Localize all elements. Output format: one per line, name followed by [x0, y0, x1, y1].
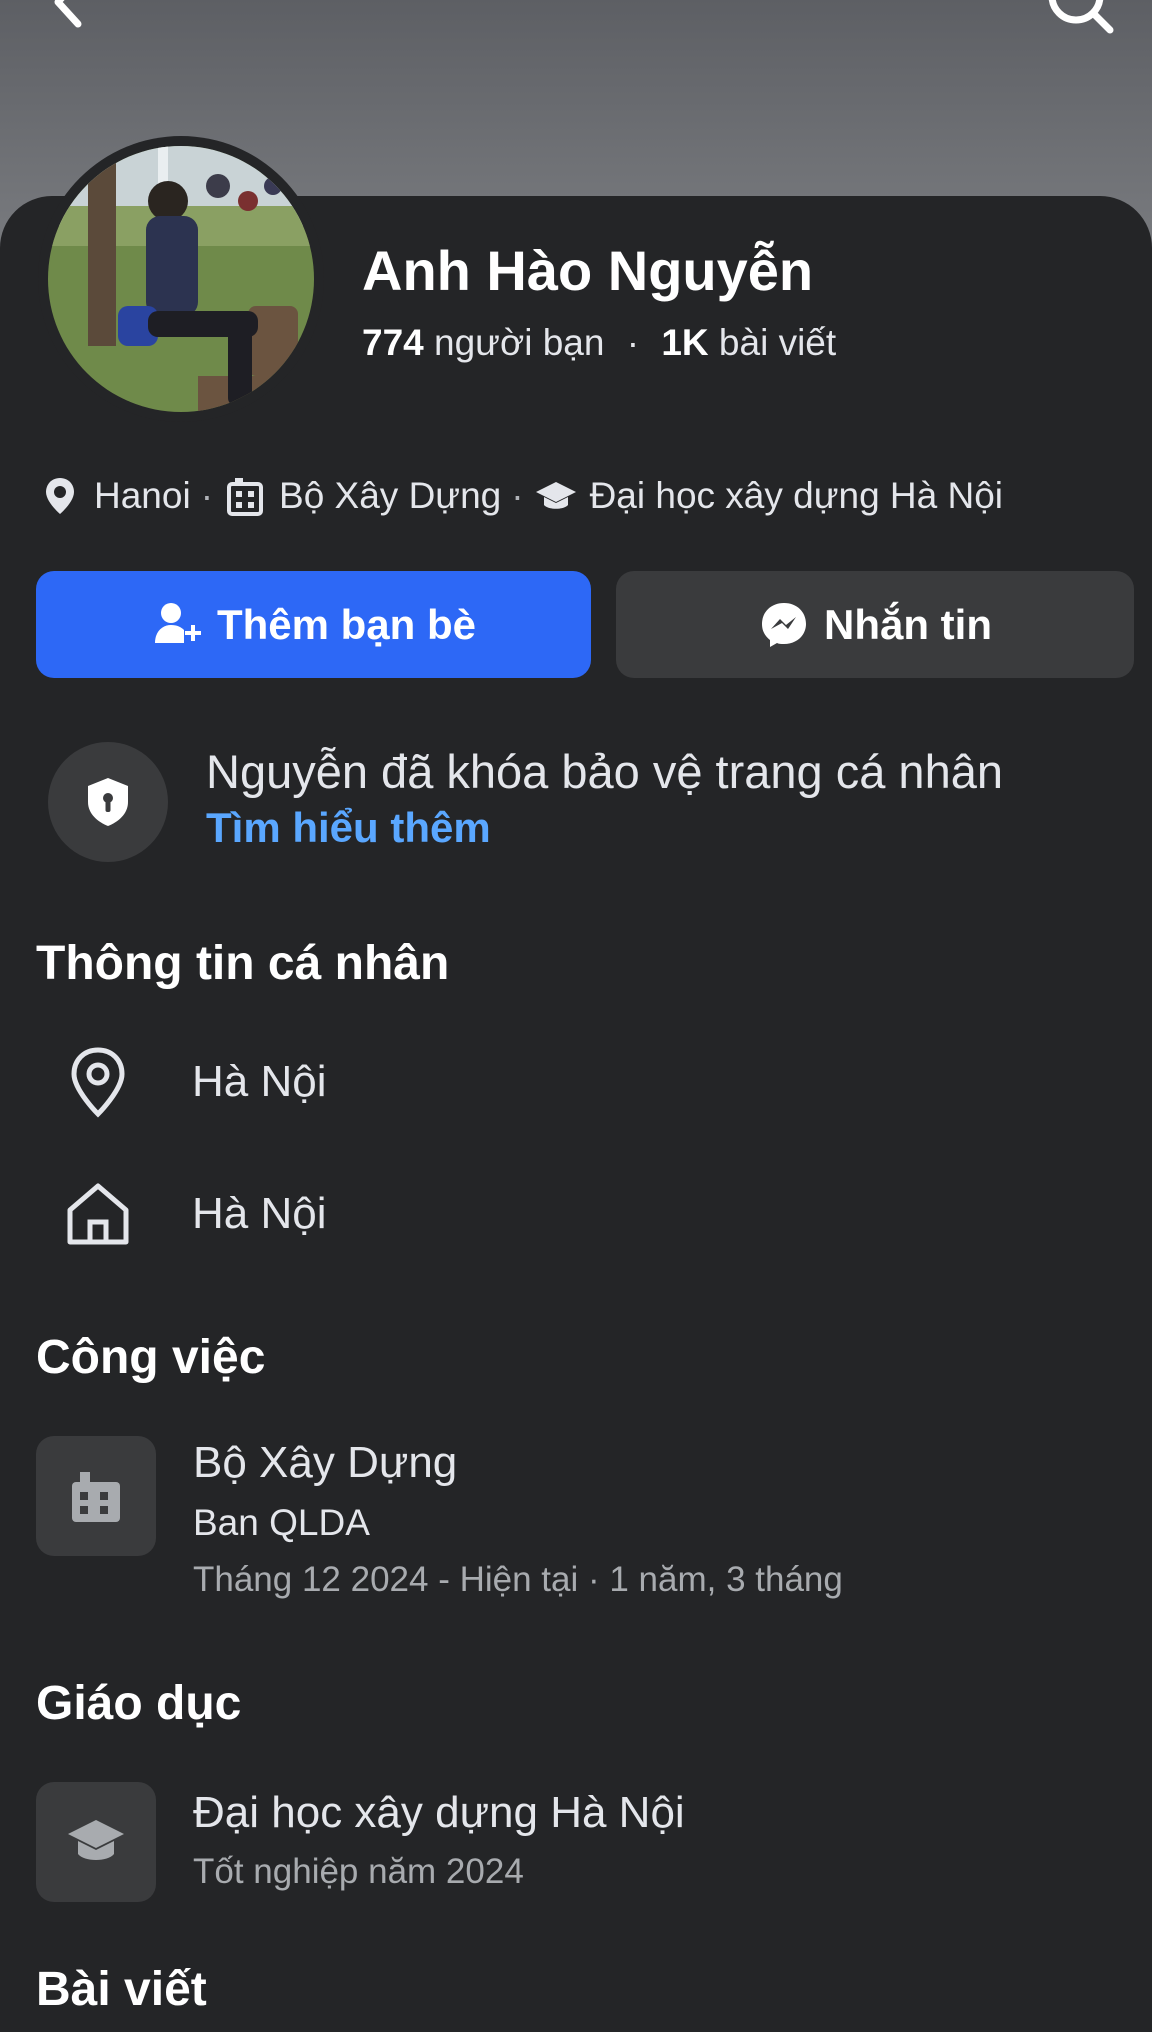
back-button[interactable]: [40, 0, 100, 32]
learn-more-link[interactable]: Tìm hiểu thêm: [206, 804, 491, 852]
meta-dot: ·: [200, 475, 214, 516]
work-employer[interactable]: Bộ Xây Dựng: [193, 1438, 457, 1488]
location-pin-icon: [60, 1044, 136, 1120]
building-icon: [72, 1472, 120, 1522]
search-button[interactable]: [1040, 0, 1120, 40]
education-school[interactable]: Đại học xây dựng Hà Nội: [193, 1788, 685, 1838]
messenger-icon: [758, 599, 810, 651]
profile-name: Anh Hào Nguyễn: [362, 239, 814, 302]
add-friend-button[interactable]: Thêm bạn bè: [36, 571, 591, 678]
friends-count[interactable]: 774: [362, 322, 424, 363]
work-tile[interactable]: [36, 1436, 156, 1556]
posts-label[interactable]: bài viết: [719, 322, 836, 363]
location-pin-icon: [38, 474, 82, 518]
current-city-row: Hà Nội: [60, 1044, 327, 1120]
meta-location: Hanoi: [94, 475, 191, 516]
posts-title: Bài viết: [36, 1963, 207, 2016]
meta-school: Đại học xây dựng Hà Nội: [589, 475, 1004, 516]
work-title: Công việc: [36, 1331, 266, 1384]
friends-label[interactable]: người bạn: [434, 322, 604, 363]
stats-separator: ·: [626, 322, 640, 363]
building-icon: [223, 474, 267, 518]
posts-count[interactable]: 1K: [661, 322, 708, 363]
graduation-cap-icon: [534, 474, 578, 518]
profile-stats: 774 người bạn · 1K bài viết: [362, 322, 836, 364]
graduation-cap-icon: [68, 1820, 124, 1860]
work-period: Tháng 12 2024 - Hiện tại · 1 năm, 3 thán…: [193, 1560, 843, 1599]
search-icon: [1048, 0, 1114, 34]
meta-dot: ·: [511, 475, 524, 516]
add-friend-label: Thêm bạn bè: [216, 600, 477, 648]
current-city-text: Hà Nội: [192, 1057, 327, 1106]
hometown-text: Hà Nội: [192, 1189, 327, 1238]
education-tile[interactable]: [36, 1782, 156, 1902]
meta-work: Bộ Xây Dựng: [279, 475, 502, 516]
avatar[interactable]: [48, 146, 314, 412]
personal-info-title: Thông tin cá nhân: [36, 937, 450, 990]
lock-badge: [48, 742, 168, 862]
message-button[interactable]: Nhắn tin: [616, 571, 1134, 678]
education-detail: Tốt nghiệp năm 2024: [193, 1852, 524, 1891]
education-title: Giáo dục: [36, 1677, 242, 1730]
lock-notice-text: Nguyễn đã khóa bảo vệ trang cá nhân: [206, 745, 1003, 798]
back-arrow-icon: [54, 0, 82, 28]
home-icon: [60, 1176, 136, 1252]
add-friend-icon: [151, 599, 203, 651]
shield-lock-icon: [88, 778, 128, 826]
message-label: Nhắn tin: [824, 600, 992, 648]
hometown-row: Hà Nội: [60, 1176, 327, 1252]
intro-summary: Hanoi · Bộ Xây Dựng · Đại học xây dựng H…: [38, 470, 1003, 522]
work-position: Ban QLDA: [193, 1502, 370, 1543]
